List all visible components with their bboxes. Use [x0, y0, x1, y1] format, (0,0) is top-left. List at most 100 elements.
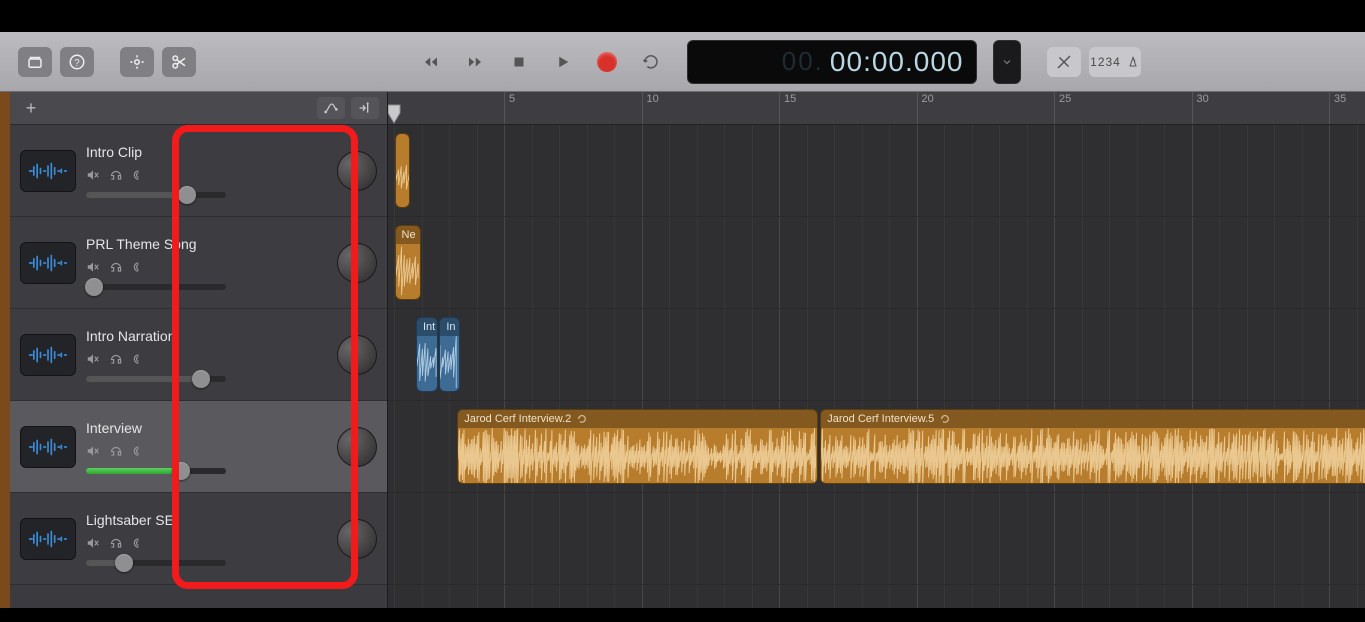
timeline-lane[interactable]: Jarod Cerf Interview.2 Jarod Cerf Intervi… [388, 401, 1365, 493]
track-type-icon [20, 334, 76, 376]
clip-label: Jarod Cerf Interview.5 [821, 410, 1365, 428]
track-row[interactable]: PRL Theme Song [10, 217, 387, 309]
main-area: + Intro Clip [0, 92, 1365, 608]
volume-thumb[interactable] [115, 554, 133, 572]
transport-controls [411, 45, 671, 79]
svg-text:?: ? [74, 57, 80, 68]
volume-slider[interactable] [86, 560, 226, 566]
pan-knob[interactable] [337, 151, 377, 191]
pan-knob[interactable] [337, 519, 377, 559]
track-name: PRL Theme Song [86, 236, 327, 252]
pan-knob[interactable] [337, 335, 377, 375]
input-monitor-icon[interactable] [132, 444, 146, 458]
record-icon [597, 52, 617, 72]
timeline-area[interactable]: 5101520253035 NeIntInJarod Cerf Intervie… [388, 92, 1365, 608]
mute-icon[interactable] [86, 168, 100, 182]
track-row[interactable]: Interview [10, 401, 387, 493]
audio-clip[interactable] [395, 133, 411, 208]
ruler-tick: 5 [504, 92, 515, 124]
catch-playhead-button[interactable] [351, 97, 379, 119]
lcd-dim-prefix: 00. [782, 46, 824, 77]
track-type-icon [20, 518, 76, 560]
volume-slider[interactable] [86, 468, 226, 474]
lcd-display[interactable]: 00. 00:00.000 [687, 40, 977, 84]
clip-label: Ne [396, 226, 421, 244]
timeline-ruler[interactable]: 5101520253035 [388, 92, 1365, 125]
solo-headphones-icon[interactable] [109, 536, 123, 550]
track-name: Intro Narration [86, 328, 327, 344]
audio-clip[interactable]: Jarod Cerf Interview.2 [457, 409, 817, 484]
clip-label: In [440, 318, 459, 336]
clip-label: Jarod Cerf Interview.2 [458, 410, 816, 428]
mute-icon[interactable] [86, 444, 100, 458]
count-in-label: 1234 [1090, 55, 1121, 69]
loop-icon [940, 413, 950, 425]
input-monitor-icon[interactable] [132, 260, 146, 274]
automation-curve-button[interactable] [317, 97, 345, 119]
volume-thumb[interactable] [192, 370, 210, 388]
lcd-mode-button[interactable] [993, 40, 1021, 84]
tuner-button[interactable] [120, 47, 154, 77]
help-button[interactable]: ? [60, 47, 94, 77]
solo-headphones-icon[interactable] [109, 352, 123, 366]
track-name: Lightsaber SE [86, 512, 327, 528]
scissors-button[interactable] [162, 47, 196, 77]
toolbar: ? [0, 32, 1365, 92]
lcd-time: 00:00.000 [830, 46, 964, 78]
audio-clip[interactable]: In [439, 317, 460, 392]
playhead[interactable] [388, 104, 401, 124]
note-pad-button[interactable] [1047, 47, 1081, 77]
add-track-button[interactable]: + [18, 97, 44, 119]
record-button[interactable] [587, 45, 627, 79]
solo-headphones-icon[interactable] [109, 260, 123, 274]
track-name: Interview [86, 420, 327, 436]
timeline-lane[interactable] [388, 493, 1365, 585]
library-button[interactable] [18, 47, 52, 77]
volume-thumb[interactable] [178, 186, 196, 204]
track-row[interactable]: Intro Clip [10, 125, 387, 217]
rewind-button[interactable] [411, 45, 451, 79]
track-row[interactable]: Lightsaber SE [10, 493, 387, 585]
track-name: Intro Clip [86, 144, 327, 160]
track-list: Intro Clip PRL Theme Song [10, 125, 387, 585]
ruler-tick: 30 [1192, 92, 1209, 124]
mute-icon[interactable] [86, 352, 100, 366]
ruler-tick: 25 [1054, 92, 1071, 124]
solo-headphones-icon[interactable] [109, 168, 123, 182]
count-in-button[interactable]: 1234 [1089, 47, 1141, 77]
play-button[interactable] [543, 45, 583, 79]
cycle-button[interactable] [631, 45, 671, 79]
metronome-icon [1127, 56, 1139, 68]
audio-clip[interactable]: Int [416, 317, 438, 392]
timeline-lane[interactable]: Ne [388, 217, 1365, 309]
audio-clip[interactable]: Jarod Cerf Interview.5 [820, 409, 1365, 484]
track-row[interactable]: Intro Narration [10, 309, 387, 401]
forward-button[interactable] [455, 45, 495, 79]
volume-thumb[interactable] [85, 278, 103, 296]
mute-icon[interactable] [86, 260, 100, 274]
input-monitor-icon[interactable] [132, 352, 146, 366]
volume-thumb[interactable] [172, 462, 190, 480]
pan-knob[interactable] [337, 243, 377, 283]
solo-headphones-icon[interactable] [109, 444, 123, 458]
track-type-icon [20, 150, 76, 192]
ruler-tick: 10 [642, 92, 659, 124]
track-type-icon [20, 242, 76, 284]
mute-icon[interactable] [86, 536, 100, 550]
stop-button[interactable] [499, 45, 539, 79]
volume-slider[interactable] [86, 192, 226, 198]
track-type-icon [20, 426, 76, 468]
ruler-tick: 35 [1329, 92, 1346, 124]
input-monitor-icon[interactable] [132, 168, 146, 182]
timeline-lane[interactable] [388, 125, 1365, 217]
volume-slider[interactable] [86, 284, 226, 290]
pan-knob[interactable] [337, 427, 377, 467]
track-panel: + Intro Clip [10, 92, 388, 608]
ruler-tick: 15 [779, 92, 796, 124]
app-window: ? [0, 32, 1365, 608]
volume-slider[interactable] [86, 376, 226, 382]
input-monitor-icon[interactable] [132, 536, 146, 550]
timeline-lanes[interactable]: NeIntInJarod Cerf Interview.2Jarod Cerf … [388, 125, 1365, 608]
timeline-lane[interactable]: IntIn [388, 309, 1365, 401]
audio-clip[interactable]: Ne [395, 225, 422, 300]
